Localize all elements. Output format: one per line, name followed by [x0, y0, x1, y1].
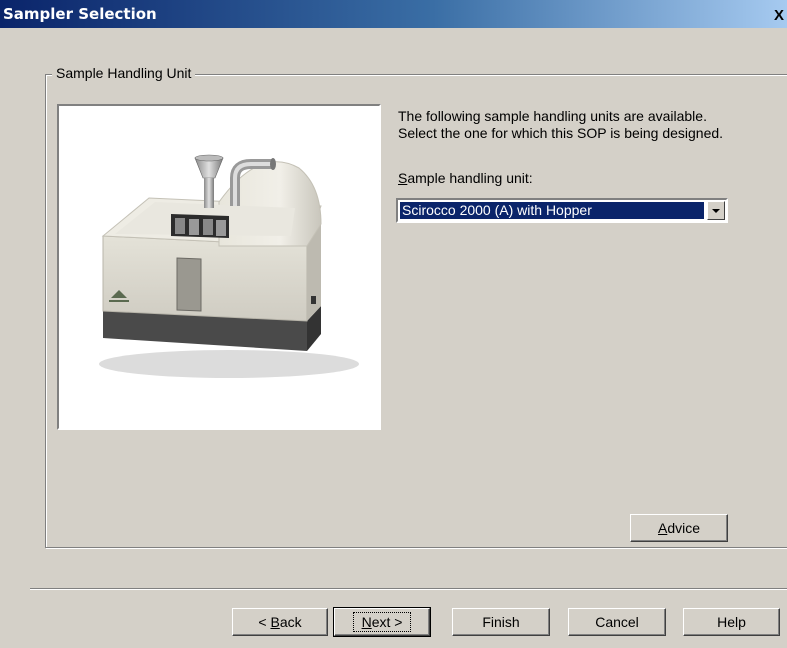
next-button-label: Next >: [352, 612, 412, 632]
close-icon[interactable]: X: [771, 6, 787, 24]
help-button-label: Help: [717, 614, 746, 630]
footer-separator-highlight: [30, 589, 787, 590]
advice-button-label: Advice: [657, 520, 701, 536]
sample-handling-unit-dropdown[interactable]: Scirocco 2000 (A) with Hopper: [396, 198, 728, 223]
cancel-button-label: Cancel: [595, 614, 639, 630]
help-button[interactable]: Help: [683, 608, 780, 636]
groupbox-label: Sample Handling Unit: [52, 65, 196, 81]
title-bar: Sampler Selection X: [0, 0, 787, 28]
sample-handling-unit-label: Sample handling unit:: [398, 170, 533, 186]
label-text: ample handling unit:: [407, 170, 533, 186]
window-title: Sampler Selection: [3, 5, 157, 23]
chevron-down-icon[interactable]: [707, 201, 725, 220]
sampler-device-image: [57, 104, 381, 430]
advice-button[interactable]: Advice: [630, 514, 728, 542]
sampler-device-illustration: [99, 154, 359, 378]
dropdown-selected-value[interactable]: Scirocco 2000 (A) with Hopper: [400, 202, 704, 219]
cancel-button[interactable]: Cancel: [568, 608, 666, 636]
back-button-label: < Back: [258, 614, 302, 630]
instructions-line-2: Select the one for which this SOP is bei…: [398, 125, 724, 141]
back-button[interactable]: < Back: [232, 608, 328, 636]
finish-button-label: Finish: [482, 614, 520, 630]
finish-button[interactable]: Finish: [452, 608, 550, 636]
label-mnemonic: S: [398, 170, 408, 186]
instructions-line-1: The following sample handling units are …: [398, 108, 707, 124]
next-button[interactable]: Next >: [333, 607, 431, 637]
instructions-text: The following sample handling units are …: [398, 108, 748, 142]
